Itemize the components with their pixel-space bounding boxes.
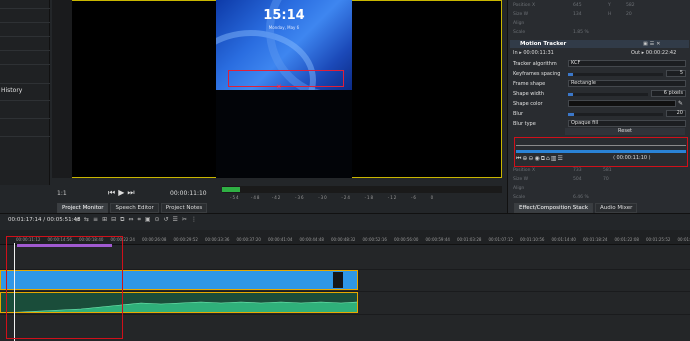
tracking-rectangle[interactable] bbox=[228, 70, 344, 87]
select-frame-shape[interactable]: Rectangle bbox=[568, 80, 686, 87]
ruler-tick-label: 00:01:22:08 bbox=[614, 237, 639, 242]
db-scale: -54 -48 -42 -36 -30 -24 -18 -12 -6 0 bbox=[230, 195, 435, 200]
ruler-tick-label: 00:00:48:32 bbox=[331, 237, 356, 242]
label-keyframes-spacing: Keyframes spacing bbox=[513, 71, 561, 77]
history-tab[interactable]: History bbox=[1, 87, 22, 94]
tab-effect-stack[interactable]: Effect/Composition Stack bbox=[514, 203, 594, 213]
value-blur[interactable]: 20 bbox=[666, 110, 686, 117]
out-point[interactable]: Out ▸ 00:00:22:42 bbox=[631, 50, 676, 56]
ruler-tick-label: 00:00:18:40 bbox=[79, 237, 104, 242]
keyframe-timeline[interactable] bbox=[516, 150, 686, 153]
transport-buttons[interactable]: ⏮▶⏭ bbox=[108, 188, 138, 198]
audio-level-meter bbox=[222, 186, 502, 193]
ruler-tick-label: 00:00:41:04 bbox=[268, 237, 293, 242]
tab-project-notes[interactable]: Project Notes bbox=[160, 203, 208, 213]
value-keyframes-spacing[interactable]: 5 bbox=[666, 70, 686, 77]
project-bin-panel: History bbox=[0, 0, 50, 185]
ruler-tick-label: 00:01:18:24 bbox=[583, 237, 608, 242]
ruler-tick-label: 00:00:22:24 bbox=[110, 237, 135, 242]
ruler-tick-label: 00:01:29:36 bbox=[677, 237, 690, 242]
effect-stack-panel: Position X 645 Y 582 Size W 134 H 20 Ali… bbox=[507, 0, 690, 213]
reset-button[interactable]: Reset bbox=[565, 128, 685, 135]
label-blur-type: Blur type bbox=[513, 121, 536, 127]
timeline-highlight-box bbox=[6, 236, 123, 339]
phone-clock: 15:14 bbox=[263, 8, 305, 23]
slider-keyframes-spacing[interactable] bbox=[568, 73, 573, 76]
monitor-left-edge bbox=[52, 0, 72, 178]
effect-header-icons[interactable]: ▣☰✕ bbox=[643, 41, 662, 47]
audio-level-fill bbox=[222, 187, 240, 192]
zoom-select[interactable]: 1:1 bbox=[57, 190, 67, 197]
ruler-tick-label: 00:00:56:00 bbox=[394, 237, 419, 242]
monitor-tabs: Project Monitor Speech Editor Project Note… bbox=[57, 203, 209, 213]
keyframe-timecode[interactable]: ⟨ 00:00:11:10 ⟩ bbox=[613, 155, 651, 161]
ruler-tick-label: 00:01:07:12 bbox=[488, 237, 513, 242]
tab-project-monitor[interactable]: Project Monitor bbox=[57, 203, 109, 213]
label-shape-color: Shape color bbox=[513, 101, 543, 107]
keyframe-toolbar[interactable]: ⏮⊕⊖◉⧉⌂▥☰ bbox=[516, 155, 564, 163]
video-clip-thumbnail bbox=[333, 272, 343, 288]
ruler-tick-label: 00:00:29:52 bbox=[173, 237, 198, 242]
ruler-tick-label: 00:00:44:48 bbox=[299, 237, 324, 242]
ruler-tick-label: 00:01:25:52 bbox=[646, 237, 671, 242]
slider-blur[interactable] bbox=[568, 113, 574, 116]
label-shape-width: Shape width bbox=[513, 91, 545, 97]
slider-shape-width[interactable] bbox=[568, 93, 573, 96]
ruler-tick-label: 00:00:26:08 bbox=[142, 237, 167, 242]
ruler-tick-label: 00:00:59:44 bbox=[425, 237, 450, 242]
phone-date: Monday, May 6 bbox=[268, 25, 300, 30]
ruler-tick-label: 00:00:37:20 bbox=[236, 237, 261, 242]
label-tracker-algorithm: Tracker algorithm bbox=[513, 61, 557, 67]
select-tracker-algorithm[interactable]: KCF bbox=[568, 60, 686, 67]
ruler-tick-label: 00:01:10:56 bbox=[520, 237, 545, 242]
timeline-tool-icons[interactable]: ⇄⇆≡⊞⊟⧉⇔⌗▣⊙↺☰✂⋮ bbox=[75, 216, 201, 224]
ruler-tick-label: 00:01:03:28 bbox=[457, 237, 482, 242]
timeline-position[interactable]: 00:01:17:14 / 00:05:51:48 bbox=[8, 217, 80, 223]
motion-tracker-title: Motion Tracker bbox=[520, 41, 567, 47]
effect-panel-tabs: Effect/Composition Stack Audio Mixer bbox=[514, 203, 639, 213]
value-shape-width[interactable]: 6 pixels bbox=[651, 90, 686, 97]
select-blur-type[interactable]: Opaque fill bbox=[568, 120, 686, 127]
tab-speech-editor[interactable]: Speech Editor bbox=[110, 203, 159, 213]
monitor-timecode[interactable]: 00:00:11:10 bbox=[170, 190, 207, 197]
ruler-tick-label: 00:00:33:36 bbox=[205, 237, 230, 242]
shape-color-swatch[interactable] bbox=[568, 100, 676, 107]
color-picker-icon[interactable]: ✎ bbox=[678, 100, 683, 107]
keyframe-ruler[interactable] bbox=[516, 145, 686, 146]
ruler-tick-label: 00:00:11:12 bbox=[16, 237, 41, 242]
label-frame-shape: Frame shape bbox=[513, 81, 546, 87]
label-blur: Blur bbox=[513, 111, 524, 117]
video-frame-lower bbox=[216, 90, 352, 178]
ruler-tick-label: 00:00:52:16 bbox=[362, 237, 387, 242]
tracking-handle-icon[interactable]: ✕ bbox=[276, 84, 283, 91]
ruler-tick-label: 00:00:14:56 bbox=[47, 237, 72, 242]
in-point[interactable]: In ▸ 00:00:11:31 bbox=[513, 50, 554, 56]
tab-audio-mixer[interactable]: Audio Mixer bbox=[595, 203, 638, 213]
ruler-tick-label: 00:01:14:40 bbox=[551, 237, 576, 242]
